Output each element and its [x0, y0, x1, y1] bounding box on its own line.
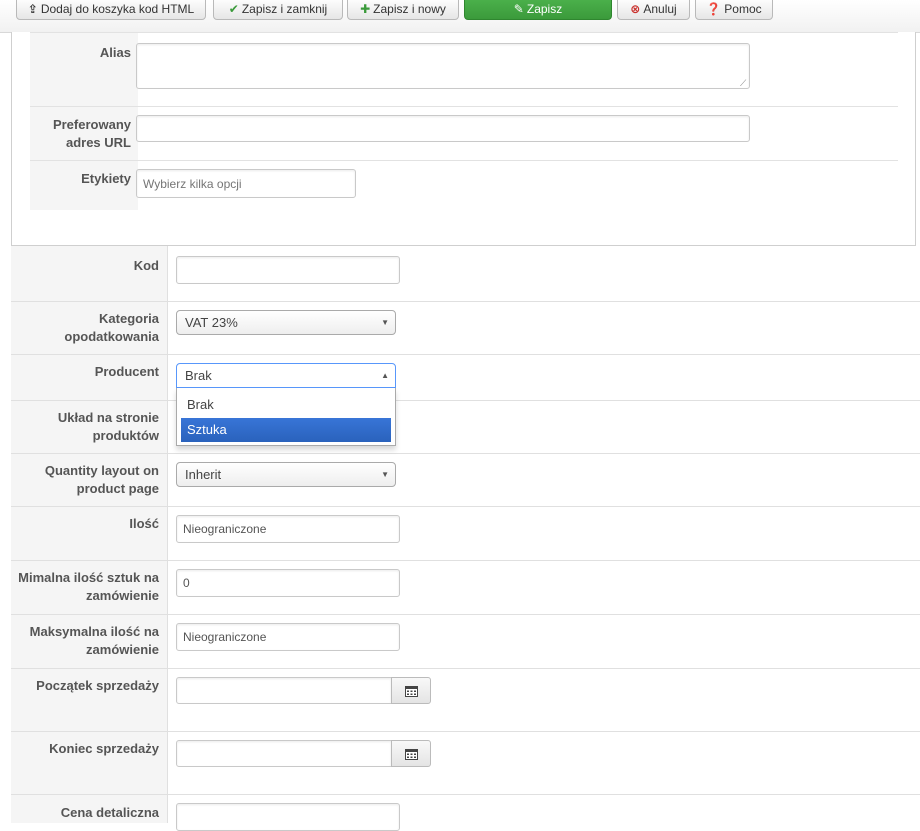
- divider: [11, 668, 920, 669]
- calendar-icon: [405, 686, 418, 697]
- quantity-layout-label: Quantity layout on product page: [44, 463, 159, 496]
- alias-label: Alias: [99, 45, 131, 60]
- tax-category-select[interactable]: VAT 23% ▼: [176, 310, 396, 335]
- retail-price-label: Cena detaliczna: [60, 805, 159, 820]
- preferred-url-label: Preferowany adres URL: [52, 117, 131, 150]
- min-quantity-label: Mimalna ilość sztuk na zamówienie: [18, 570, 159, 603]
- chevron-down-icon: ▼: [381, 470, 389, 479]
- sale-end-label: Koniec sprzedaży: [49, 741, 159, 756]
- min-quantity-input[interactable]: [176, 569, 400, 597]
- producer-value: Brak: [185, 368, 212, 383]
- producer-dropdown: Brak Sztuka: [176, 388, 396, 446]
- producer-select[interactable]: Brak ▲: [176, 363, 396, 388]
- divider: [11, 794, 920, 795]
- quantity-label: Ilość: [129, 516, 159, 531]
- add-to-cart-html-label: Dodaj do koszyka kod HTML: [40, 2, 195, 16]
- divider: [11, 354, 920, 355]
- cancel-icon: ⊗: [630, 2, 641, 16]
- edit-icon: ✎: [513, 2, 524, 16]
- toolbar: ⇪ Dodaj do koszyka kod HTML ✔ Zapisz i zam…: [0, 0, 920, 33]
- producer-option-highlighted[interactable]: Sztuka: [181, 418, 391, 442]
- max-quantity-label: Maksymalna ilość na zamówienie: [29, 624, 159, 657]
- producer-option[interactable]: Brak: [181, 393, 391, 417]
- tags-input[interactable]: [136, 169, 356, 198]
- divider: [30, 32, 898, 33]
- divider: [11, 453, 920, 454]
- save-and-close-button[interactable]: ✔ Zapisz i zamknij: [213, 0, 343, 20]
- tax-category-label: Kategoria opodatkowania: [64, 311, 159, 344]
- divider: [11, 560, 920, 561]
- product-form: Kod Kategoria opodatkowania VAT 23% ▼ Pr…: [11, 246, 920, 831]
- upload-icon: ⇪: [27, 2, 38, 16]
- save-and-new-button[interactable]: ✚ Zapisz i nowy: [347, 0, 459, 20]
- producer-label: Producent: [94, 364, 159, 379]
- alias-field-wrap: ⟋: [136, 43, 750, 89]
- publishing-panel: Alias ⟋ Preferowany adres URL Etykiety: [11, 32, 916, 246]
- sale-start-label: Początek sprzedaży: [36, 678, 159, 693]
- sale-start-calendar-button[interactable]: [391, 677, 431, 704]
- save-and-close-label: Zapisz i zamknij: [241, 2, 328, 16]
- divider: [30, 160, 898, 161]
- divider: [11, 731, 920, 732]
- save-and-new-label: Zapisz i nowy: [373, 2, 446, 16]
- plus-icon: ✚: [360, 2, 371, 16]
- max-quantity-input[interactable]: [176, 623, 400, 651]
- save-button[interactable]: ✎ Zapisz: [464, 0, 612, 20]
- add-to-cart-html-button[interactable]: ⇪ Dodaj do koszyka kod HTML: [16, 0, 206, 20]
- sale-end-input[interactable]: [176, 740, 392, 767]
- tax-category-value: VAT 23%: [185, 315, 238, 330]
- cancel-button[interactable]: ⊗ Anuluj: [617, 0, 690, 20]
- help-icon: ❓: [706, 2, 722, 16]
- quantity-input[interactable]: [176, 515, 400, 543]
- quantity-layout-select[interactable]: Inherit ▼: [176, 462, 396, 487]
- divider: [30, 106, 898, 107]
- cancel-label: Anuluj: [643, 2, 677, 16]
- divider: [11, 506, 920, 507]
- check-icon: ✔: [228, 2, 239, 16]
- calendar-icon: [405, 749, 418, 760]
- divider: [11, 301, 920, 302]
- product-layout-label: Układ na stronie produktów: [57, 410, 159, 443]
- code-label: Kod: [133, 258, 159, 273]
- divider: [11, 400, 920, 401]
- retail-price-input[interactable]: [176, 803, 400, 831]
- quantity-layout-value: Inherit: [185, 467, 222, 482]
- code-input[interactable]: [176, 256, 400, 284]
- preferred-url-input[interactable]: [136, 115, 750, 142]
- tags-label: Etykiety: [81, 171, 131, 186]
- sale-start-input[interactable]: [176, 677, 392, 704]
- help-button[interactable]: ❓ Pomoc: [695, 0, 773, 20]
- help-label: Pomoc: [724, 2, 762, 16]
- alias-textarea[interactable]: [136, 43, 750, 89]
- divider: [11, 614, 920, 615]
- sale-end-calendar-button[interactable]: [391, 740, 431, 767]
- save-label: Zapisz: [526, 2, 563, 16]
- chevron-up-icon: ▲: [381, 371, 389, 380]
- resize-grip-icon[interactable]: ⟋: [740, 79, 748, 88]
- chevron-down-icon: ▼: [381, 318, 389, 327]
